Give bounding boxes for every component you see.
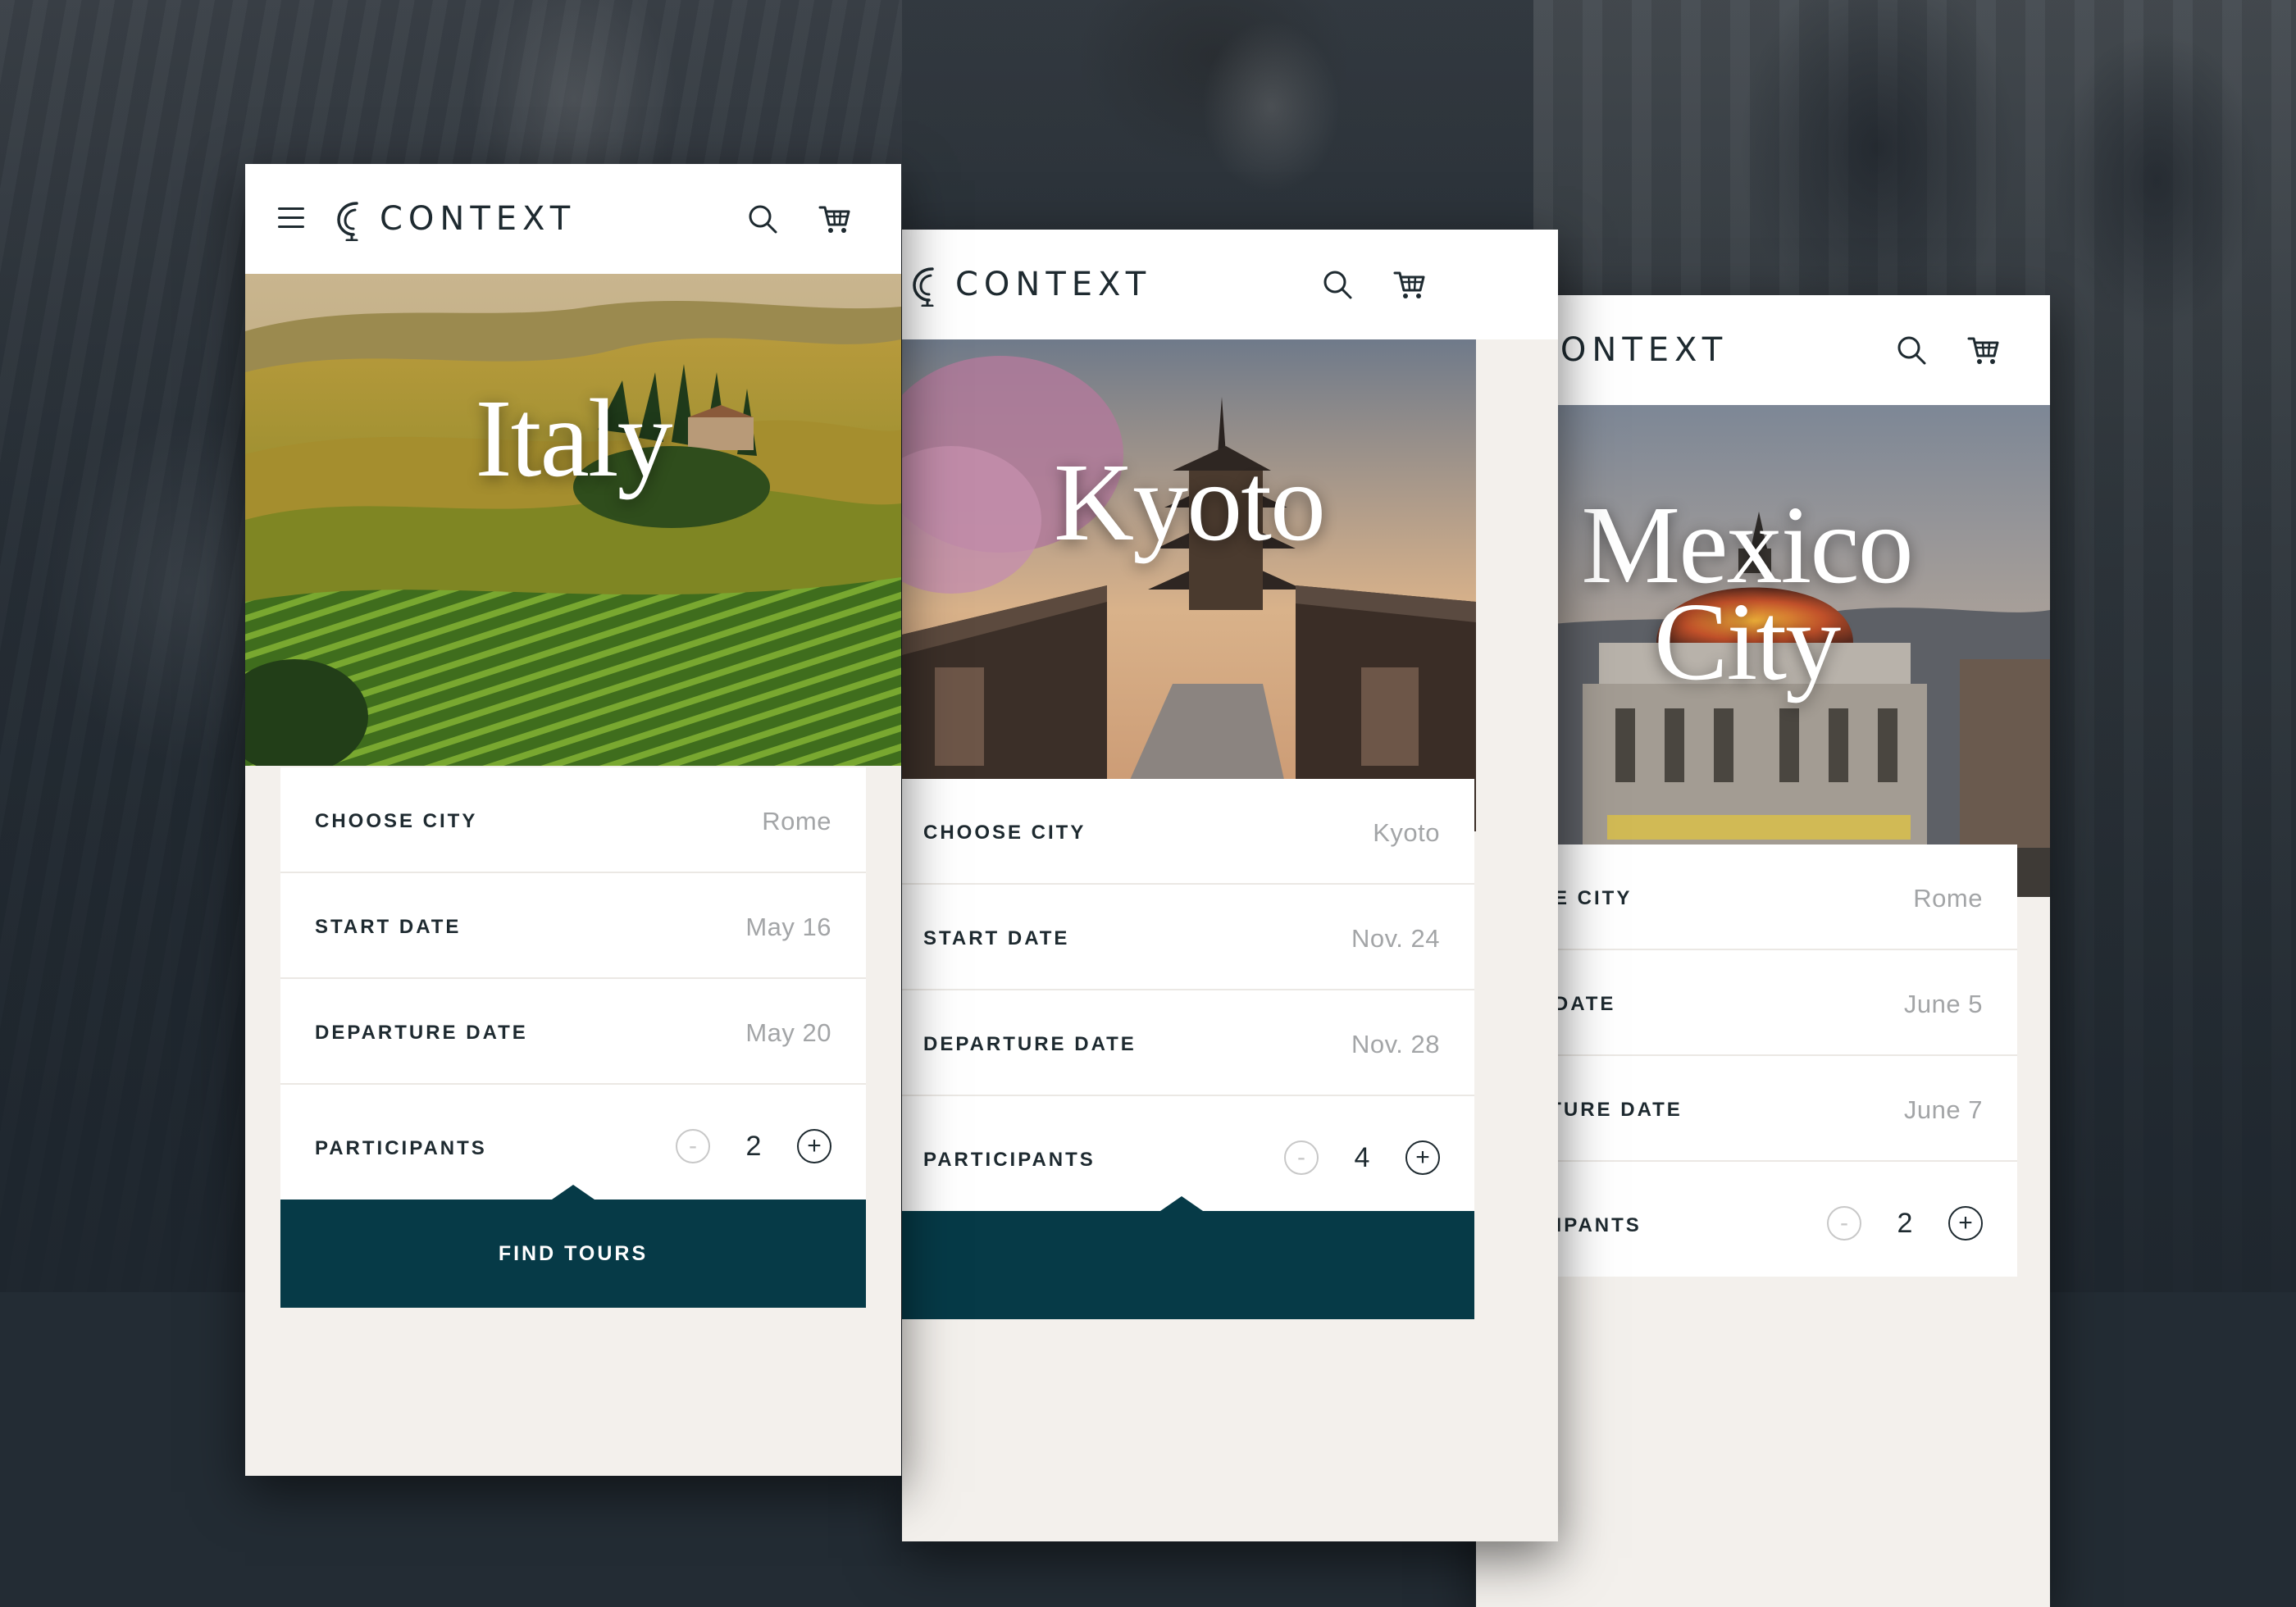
- choose-city-field[interactable]: CHOOSE CITY Kyoto: [902, 779, 1474, 885]
- destination-title: Kyoto: [1054, 441, 1326, 564]
- field-label: DEPARTURE DATE: [923, 1033, 1137, 1055]
- field-label: DEPARTURE DATE: [315, 1022, 528, 1044]
- app-header: CONTEXT: [245, 164, 901, 274]
- destination-title-line-2: City: [1653, 580, 1841, 703]
- start-date-field[interactable]: START DATE Nov. 24: [902, 885, 1474, 990]
- hero-image-tuscany: Italy: [245, 274, 901, 766]
- increment-button[interactable]: +: [797, 1129, 831, 1163]
- participants-count: 2: [745, 1130, 762, 1162]
- brand-name: CONTEXT: [1532, 331, 1729, 369]
- hero-image-kyoto: Kyoto: [902, 339, 1476, 831]
- participants-stepper: - 2 +: [1827, 1206, 1983, 1241]
- destination-title-line-1: Mexico: [1581, 484, 1913, 607]
- field-label: CHOOSE CITY: [923, 822, 1086, 844]
- search-icon[interactable]: [746, 203, 779, 235]
- field-value: Rome: [1913, 884, 1983, 913]
- hamburger-menu-icon[interactable]: [278, 207, 304, 230]
- tour-search-form: CHOOSE CITY Rome START DATE May 16 DEPAR…: [280, 767, 866, 1308]
- hero-image-mexico-city: Mexico City: [1476, 405, 2050, 897]
- phone-card-kyoto: CONTEXT Kyoto CHOOSE CITY Kyoto START DA…: [902, 230, 1558, 1541]
- decrement-button[interactable]: -: [1284, 1140, 1319, 1175]
- field-value: May 16: [745, 913, 831, 941]
- phone-card-italy: CONTEXT Italy CHOOSE CITY Rome START DAT…: [245, 164, 901, 1476]
- choose-city-field[interactable]: CHOOSE CITY Rome: [280, 767, 866, 873]
- context-logo-icon: [913, 267, 934, 307]
- cart-icon[interactable]: [1967, 334, 2000, 366]
- departure-date-field[interactable]: DEPARTURE DATE May 20: [280, 979, 866, 1085]
- field-value: May 20: [745, 1018, 831, 1047]
- field-value: June 7: [1903, 1095, 1983, 1124]
- increment-button[interactable]: +: [1405, 1140, 1440, 1175]
- context-logo-icon: [337, 202, 358, 241]
- tuscany-landscape-illustration: [245, 274, 901, 766]
- tour-search-form: CHOOSE CITY Kyoto START DATE Nov. 24 DEP…: [902, 779, 1474, 1319]
- brand-name: CONTEXT: [955, 266, 1152, 303]
- decrement-button[interactable]: -: [1827, 1206, 1861, 1241]
- field-label: PARTICIPANTS: [923, 1149, 1096, 1171]
- brand-name: CONTEXT: [380, 200, 576, 238]
- destination-title: Italy: [475, 377, 672, 500]
- participants-count: 2: [1897, 1207, 1913, 1239]
- cart-icon[interactable]: [818, 203, 851, 235]
- field-value: June 5: [1903, 990, 1983, 1018]
- find-tours-button[interactable]: FIND TOURS: [280, 1185, 866, 1308]
- start-date-field[interactable]: START DATE May 16: [280, 873, 866, 979]
- field-label: START DATE: [315, 916, 462, 938]
- app-header: CONTEXT: [1476, 295, 2050, 405]
- cart-icon[interactable]: [1393, 268, 1426, 301]
- field-value: Nov. 28: [1351, 1030, 1440, 1058]
- decrement-button[interactable]: -: [676, 1129, 710, 1163]
- app-header: CONTEXT: [902, 230, 1558, 339]
- field-label: CHOOSE CITY: [315, 810, 478, 832]
- field-value: Nov. 24: [1351, 924, 1440, 953]
- field-value: Kyoto: [1373, 818, 1440, 847]
- kyoto-street-illustration: [902, 339, 1476, 831]
- brand-logo[interactable]: CONTEXT: [911, 262, 1151, 307]
- participants-count: 4: [1354, 1141, 1370, 1173]
- departure-date-field[interactable]: DEPARTURE DATE Nov. 28: [902, 990, 1474, 1096]
- increment-button[interactable]: +: [1948, 1206, 1983, 1241]
- phone-card-mexico-city: CONTEXT Mexico City CITY Rome DATE June …: [1476, 295, 2050, 1607]
- participants-field: PARTICIPANTS - 4 +: [902, 1096, 1474, 1211]
- participants-field: PARTICIPANTS - 2 +: [280, 1085, 866, 1200]
- field-value: Rome: [762, 807, 831, 835]
- field-label: PARTICIPANTS: [315, 1137, 487, 1159]
- search-icon[interactable]: [1321, 268, 1354, 301]
- participants-stepper: - 4 +: [1284, 1140, 1440, 1175]
- destination-title: Mexico City: [1476, 484, 2050, 703]
- find-tours-button[interactable]: [902, 1196, 1474, 1319]
- participants-stepper: - 2 +: [676, 1129, 831, 1163]
- field-label: START DATE: [923, 927, 1070, 949]
- brand-logo[interactable]: CONTEXT: [335, 197, 576, 241]
- search-icon[interactable]: [1895, 334, 1928, 366]
